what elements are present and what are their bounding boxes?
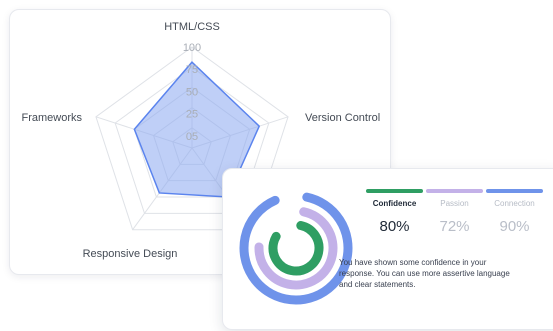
- metric-connection-bar: [486, 189, 543, 193]
- metric-confidence[interactable]: Confidence 80%: [366, 189, 423, 235]
- metric-confidence-name: Confidence: [372, 199, 417, 208]
- metric-connection[interactable]: Connection 90%: [486, 189, 543, 235]
- metric-passion-name: Passion: [440, 199, 469, 208]
- metric-connection-name: Connection: [494, 199, 535, 208]
- metric-connection-value: 90%: [499, 218, 530, 235]
- radar-tick-label: 05: [186, 131, 198, 143]
- radar-tick-label: 100: [183, 42, 201, 54]
- score-result-card: Confidence 80% Passion 72% Connection 90…: [222, 168, 553, 330]
- radar-axis-label: HTML/CSS: [164, 21, 220, 33]
- metric-confidence-bar: [366, 189, 423, 193]
- score-rings: [239, 191, 353, 305]
- metric-passion-value: 72%: [439, 218, 470, 235]
- feedback-text: You have shown some confidence in your r…: [339, 258, 510, 289]
- metric-tabs: Confidence 80% Passion 72% Connection 90…: [366, 189, 553, 235]
- metric-passion-bar: [426, 189, 483, 193]
- radar-tick-label: 75: [186, 64, 198, 76]
- stage: 100 75 50 25 05 HTML/CSS Version Control Respo…: [0, 0, 553, 331]
- radar-axis-label: Version Control: [305, 112, 380, 124]
- radar-axis-label: Responsive Design: [83, 248, 178, 260]
- score-ring-confidence: [268, 220, 324, 276]
- metric-passion[interactable]: Passion 72%: [426, 189, 483, 235]
- score-ring-passion: [254, 206, 338, 290]
- score-ring-connection: [239, 191, 353, 305]
- radar-tick-label: 25: [186, 109, 198, 121]
- metric-confidence-value: 80%: [379, 218, 410, 235]
- radar-axis-label: Frameworks: [21, 112, 82, 124]
- radar-tick-label: 50: [186, 86, 198, 98]
